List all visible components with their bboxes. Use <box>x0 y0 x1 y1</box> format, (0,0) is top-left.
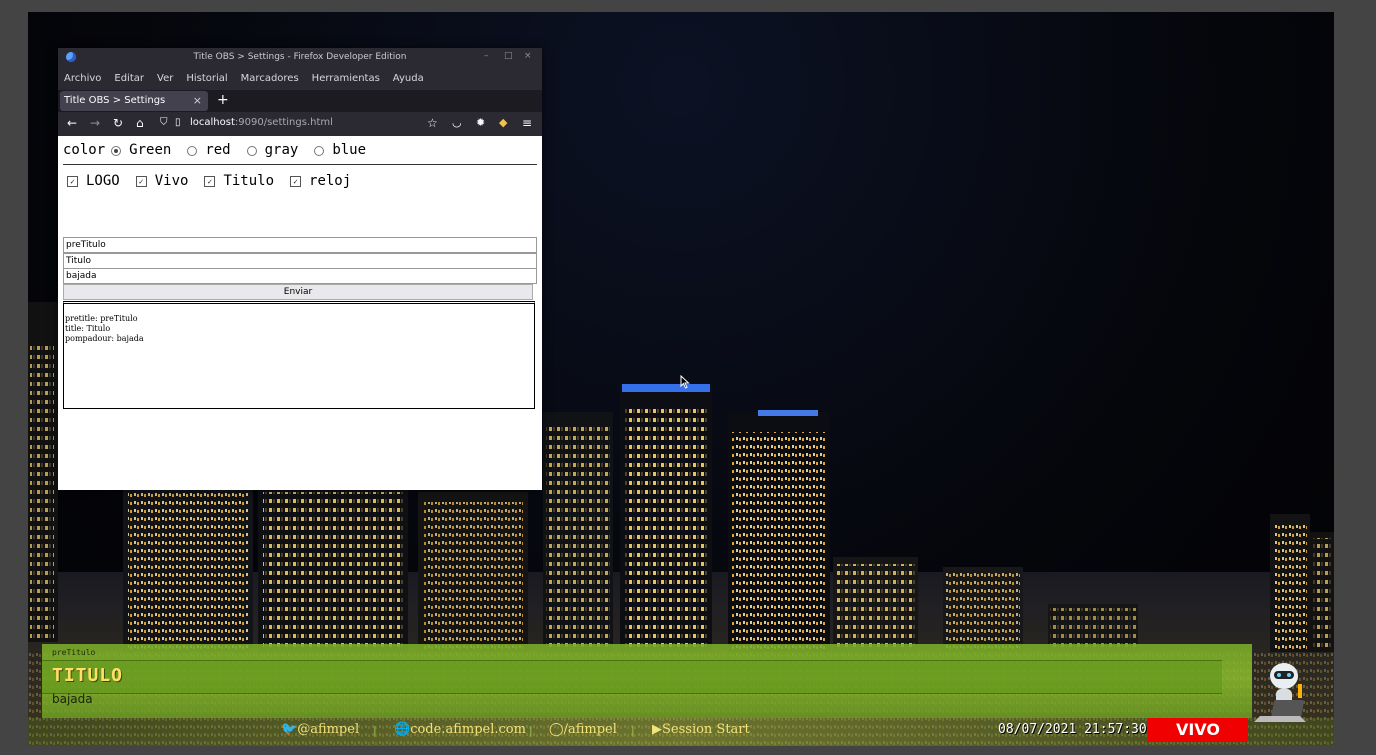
new-tab-icon[interactable]: + <box>217 92 229 108</box>
checkbox-titulo[interactable]: ✓ <box>204 175 216 187</box>
window-title: Title OBS > Settings - Firefox Developer… <box>193 52 407 62</box>
navigation-bar: ← → ↻ ⌂ ⛉ ▯ localhost:9090/settings.html… <box>58 112 542 136</box>
menu-bar: Archivo Editar Ver Historial Marcadores … <box>58 66 542 90</box>
home-icon[interactable]: ⌂ <box>136 116 144 130</box>
back-icon[interactable]: ← <box>67 116 77 130</box>
checkbox-titulo-label: Titulo <box>223 173 275 189</box>
window-titlebar: Title OBS > Settings - Firefox Developer… <box>58 48 542 66</box>
menu-marcadores[interactable]: Marcadores <box>241 73 299 84</box>
menu-editar[interactable]: Editar <box>114 73 144 84</box>
menu-ver[interactable]: Ver <box>157 73 173 84</box>
radio-blue-label: blue <box>332 142 367 158</box>
page-icon: ▯ <box>175 117 181 128</box>
extension-icon[interactable]: ✹ <box>476 116 485 129</box>
robot-logo <box>1254 663 1306 722</box>
live-badge: VIVO <box>1148 718 1248 742</box>
output-box: pretitle: preTitulo title: Titulo pompad… <box>63 301 535 409</box>
menu-historial[interactable]: Historial <box>186 73 227 84</box>
minimize-icon[interactable]: – <box>484 51 489 61</box>
lower-third-title-strip <box>42 660 1222 694</box>
output-line: pompadour: bajada <box>65 334 144 343</box>
globe-icon: 🌐 <box>394 722 411 737</box>
menu-icon[interactable]: ≡ <box>522 116 532 130</box>
close-tab-icon[interactable]: × <box>193 94 202 107</box>
menu-ayuda[interactable]: Ayuda <box>393 73 424 84</box>
url-bar[interactable]: ⛉ ▯ localhost:9090/settings.html <box>156 114 432 134</box>
close-window-icon[interactable]: × <box>524 51 532 61</box>
github-icon: ◯ <box>549 722 564 737</box>
overlay-pretitle: preTitulo <box>52 648 96 657</box>
tab-bar: Title OBS > Settings × + <box>58 90 542 112</box>
checkbox-reloj[interactable]: ✓ <box>290 175 302 187</box>
mouse-cursor-icon <box>680 375 690 389</box>
pretitle-input[interactable]: preTitulo <box>63 237 537 253</box>
checkbox-group: ✓ LOGO ✓ Vivo ✓ Titulo ✓ reloj <box>63 173 351 189</box>
radio-gray-label: gray <box>264 142 299 158</box>
radio-red-label: red <box>205 142 231 158</box>
checkbox-vivo-label: Vivo <box>154 173 189 189</box>
radio-green[interactable] <box>111 146 122 156</box>
bajada-input[interactable]: bajada <box>63 268 537 284</box>
checkbox-reloj-label: reloj <box>309 173 352 189</box>
output-line: title: Titulo <box>65 324 111 333</box>
checkbox-logo[interactable]: ✓ <box>67 175 78 187</box>
separator: | <box>631 724 635 737</box>
maximize-icon[interactable]: □ <box>504 51 513 61</box>
shield-icon[interactable]: ⛉ <box>160 117 168 128</box>
divider <box>63 164 537 165</box>
youtube-icon: ▶ <box>652 722 662 737</box>
checkbox-vivo[interactable]: ✓ <box>135 175 147 187</box>
forward-icon[interactable]: → <box>90 116 100 130</box>
output-line: pretitle: preTitulo <box>65 314 138 323</box>
color-label: color <box>63 142 106 158</box>
social-web: 🌐code.afimpel.com <box>394 722 526 737</box>
bookmark-star-icon[interactable]: ☆ <box>427 116 438 130</box>
separator: | <box>373 724 377 737</box>
radio-green-label: Green <box>129 142 172 158</box>
twitter-icon: 🐦 <box>281 722 298 737</box>
tab-label: Title OBS > Settings <box>64 95 166 106</box>
tab-settings[interactable]: Title OBS > Settings × <box>60 91 208 111</box>
radio-red[interactable] <box>187 146 198 156</box>
reload-icon[interactable]: ↻ <box>113 116 123 130</box>
social-github: ◯/afimpel <box>549 722 617 737</box>
separator: | <box>529 724 533 737</box>
url-text[interactable]: localhost:9090/settings.html <box>190 117 333 128</box>
extension-icon[interactable]: ◆ <box>499 116 507 129</box>
social-youtube: ▶Session Start <box>652 722 750 737</box>
overlay-bajada: bajada <box>52 692 93 706</box>
color-radio-group: color Green red gray blue <box>63 142 366 158</box>
checkbox-logo-label: LOGO <box>86 173 120 189</box>
firefox-window: Title OBS > Settings - Firefox Developer… <box>58 48 542 490</box>
menu-archivo[interactable]: Archivo <box>64 73 101 84</box>
page-content: color Green red gray blue ✓ LOGO ✓ Vivo ✓ T… <box>58 136 542 490</box>
title-input[interactable]: Titulo <box>63 253 537 269</box>
radio-blue[interactable] <box>314 146 325 156</box>
pocket-icon[interactable]: ◡ <box>452 116 462 129</box>
obs-preview: preTitulo TITULO bajada 🐦@afimpel | 🌐cod… <box>28 12 1334 746</box>
overlay-title: TITULO <box>52 665 124 686</box>
social-twitter: 🐦@afimpel <box>281 722 360 737</box>
menu-herramientas[interactable]: Herramientas <box>312 73 380 84</box>
overlay-clock: 08/07/2021 21:57:30 <box>998 722 1147 737</box>
radio-gray[interactable] <box>246 146 257 156</box>
submit-button[interactable]: Enviar <box>63 284 533 300</box>
